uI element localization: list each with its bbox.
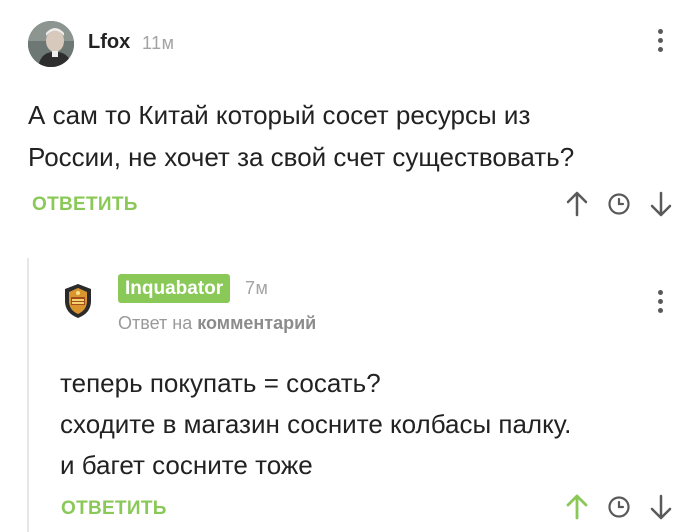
arrow-down-icon[interactable] (649, 494, 673, 525)
comment-line: А сам то Китай который сосет ресурсы из (28, 100, 531, 130)
arrow-down-icon[interactable] (649, 191, 673, 222)
reply-to-link[interactable]: комментарий (197, 313, 316, 333)
more-vertical-icon[interactable] (658, 290, 664, 317)
comment-time: 7м (245, 278, 269, 298)
comment-body: теперь покупать = сосать? сходите в мага… (60, 363, 680, 486)
arrow-up-icon[interactable] (565, 494, 589, 525)
comment-line: сходите в магазин сосните колбасы палку. (60, 409, 572, 439)
arrow-up-icon[interactable] (565, 191, 589, 222)
comment-line: теперь покупать = сосать? (60, 368, 381, 398)
avatar-image (28, 21, 74, 67)
comment-author-badge[interactable]: Inquabator (118, 274, 231, 303)
shield-icon (65, 284, 91, 318)
clock-icon[interactable] (607, 192, 631, 221)
clock-icon[interactable] (607, 495, 631, 524)
reply-to-prefix: Ответ на (118, 313, 193, 333)
avatar[interactable] (28, 21, 74, 67)
reply-button[interactable]: ОТВЕТИТЬ (32, 194, 138, 216)
reply-button[interactable]: ОТВЕТИТЬ (61, 498, 167, 520)
thread-line (27, 258, 29, 532)
more-vertical-icon[interactable] (658, 29, 664, 56)
reply-to-info: Ответ на комментарий (118, 313, 316, 334)
comment-line: и багет сосните тоже (60, 450, 313, 480)
comment-line: России, не хочет за свой счет существова… (28, 142, 575, 172)
avatar[interactable] (62, 283, 94, 319)
comment-author[interactable]: Lfox (88, 31, 130, 54)
comment-body: А сам то Китай который сосет ресурсы из … (28, 94, 668, 178)
comment-time: 11м (142, 33, 175, 53)
